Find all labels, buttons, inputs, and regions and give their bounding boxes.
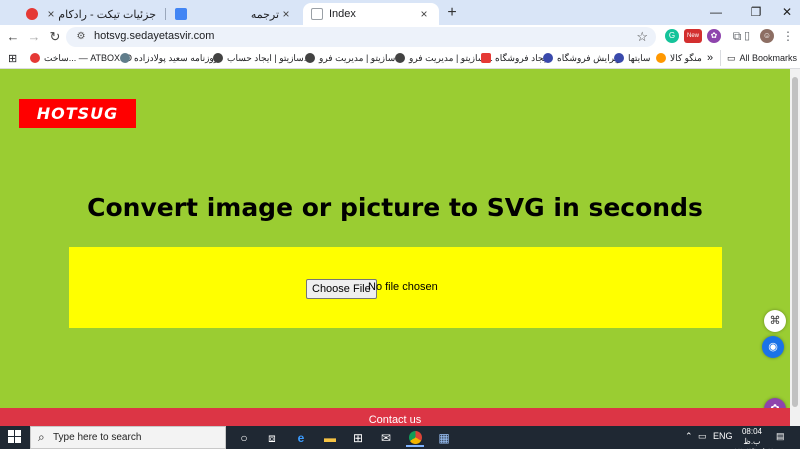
windows-taskbar: ⌕ Type here to search ○ ⧈ e ▬ ⊞ ✉ ▦ ⌃ ▭ …	[0, 426, 800, 456]
close-tab-icon[interactable]: ×	[44, 7, 58, 21]
edge-icon[interactable]: e	[292, 429, 310, 447]
taskbar-search[interactable]: ⌕ Type here to search	[30, 426, 226, 449]
upload-panel: Choose File No file chosen	[69, 247, 722, 328]
bookmark-favicon-icon	[305, 53, 315, 63]
bookmark-item[interactable]: منگو کالا	[656, 50, 702, 66]
cortana-icon[interactable]: ○	[235, 429, 253, 447]
site-footer: Contact us	[0, 408, 790, 426]
tab-title: جزئیات تیکت - رادکام	[58, 8, 156, 21]
new-tab-button[interactable]: +	[443, 4, 461, 22]
bookmark-favicon-icon	[614, 53, 624, 63]
grammarly-icon[interactable]: G	[665, 29, 679, 43]
profile-avatar-icon[interactable]: ☺	[760, 29, 774, 43]
minimize-button[interactable]: —	[704, 3, 728, 21]
bookmark-label: روزنامه سعید پولادزاده	[134, 52, 219, 63]
store-icon[interactable]: ⊞	[349, 429, 367, 447]
tab-translate[interactable]: ترجمه ×	[167, 3, 301, 25]
network-icon[interactable]: ▭	[698, 431, 707, 442]
bookmark-item[interactable]: سازیتو | مدیریت فرو...	[395, 50, 493, 66]
search-icon: ⌕	[38, 430, 45, 444]
close-tab-icon[interactable]: ×	[417, 7, 431, 21]
language-indicator[interactable]: ENG	[713, 431, 733, 441]
bookmark-label: منگو کالا	[670, 52, 702, 63]
apps-grid-icon[interactable]: ⊞	[8, 50, 17, 66]
file-status-text: No file chosen	[368, 281, 438, 293]
notifications-icon[interactable]: ▤	[776, 431, 785, 442]
bookmark-label: ساخت... — ATBOX.IO	[44, 52, 133, 63]
tab-title: Index	[329, 8, 356, 20]
bookmark-label: سازیتو | مدیریت فرو...	[319, 52, 403, 63]
bookmark-favicon-icon	[481, 53, 491, 63]
site-info-icon[interactable]: ⚙	[74, 30, 88, 44]
apps-float-icon[interactable]: ⌘	[764, 310, 786, 332]
bookmark-label: ویرایش فروشگاه	[557, 52, 622, 63]
chat-assistant-icon[interactable]: ◉	[762, 336, 784, 358]
tab-index[interactable]: Index ×	[303, 3, 439, 25]
page-headline: Convert image or picture to SVG in secon…	[87, 193, 703, 222]
app-window-icon[interactable]: ▦	[435, 429, 453, 447]
all-bookmarks-label: All Bookmarks	[739, 53, 798, 63]
bookmark-item[interactable]: ایجاد فروشگاه	[481, 50, 549, 66]
tab-radcom-ticket[interactable]: × جزئیات تیکت - رادکام	[18, 3, 164, 25]
address-bar[interactable]: ⚙ hotsvg.sedayetasvir.com ☆	[66, 27, 656, 47]
tab-strip: × جزئیات تیکت - رادکام ترجمه × Index × +…	[0, 0, 800, 25]
bookmark-favicon-icon	[213, 53, 223, 63]
contact-us-link[interactable]: Contact us	[369, 414, 422, 426]
bookmark-favicon-icon	[120, 53, 130, 63]
bookmark-item[interactable]: سازیتو | مدیریت فرو...	[305, 50, 403, 66]
back-button[interactable]: ←	[4, 28, 22, 46]
page-scrollbar[interactable]	[790, 69, 800, 426]
more-menu-icon[interactable]: ⋮	[781, 29, 795, 43]
task-view-icon[interactable]: ⧈	[263, 429, 281, 447]
close-window-button[interactable]: ✕	[775, 3, 799, 21]
brain-icon[interactable]: ✿	[707, 29, 721, 43]
bookmarks-bar: ⊞ ساخت... — ATBOX.IO روزنامه سعید پولادز…	[0, 48, 800, 69]
bookmark-item[interactable]: ویرایش فروشگاه	[543, 50, 621, 66]
bookmark-star-icon[interactable]: ☆	[636, 29, 648, 45]
bookmark-favicon-icon	[656, 53, 666, 63]
bookmark-item[interactable]: سایتها	[614, 50, 650, 66]
all-bookmarks-button[interactable]: ▭ All Bookmarks	[720, 50, 797, 66]
bookmark-item[interactable]: سازیتو | ایجاد حساب...	[213, 50, 311, 66]
maximize-button[interactable]: ❐	[744, 3, 768, 21]
bookmark-favicon-icon	[543, 53, 553, 63]
scrollbar-thumb[interactable]	[792, 77, 798, 407]
bookmark-label: ایجاد فروشگاه	[495, 52, 549, 63]
close-tab-icon[interactable]: ×	[279, 7, 293, 21]
bookmark-favicon-icon	[30, 53, 40, 63]
taskbar-clock[interactable]: 08:04 ب.ظ ۱۴۰۳/۱۰/۰۷	[734, 427, 773, 457]
windows-start-icon[interactable]	[8, 430, 22, 444]
new-badge-icon[interactable]: New	[684, 29, 702, 43]
choose-file-button[interactable]: Choose File	[306, 279, 377, 299]
bookmark-item[interactable]: روزنامه سعید پولادزاده	[120, 50, 218, 66]
site-logo[interactable]: HOTSUG	[19, 99, 136, 128]
mail-icon[interactable]: ✉	[377, 429, 395, 447]
folder-icon: ▭	[727, 52, 736, 63]
tab-favicon-icon	[26, 8, 38, 20]
google-translate-icon	[175, 8, 187, 20]
sidebar-icon[interactable]: ▯	[740, 29, 754, 43]
bookmark-item[interactable]: ساخت... — ATBOX.IO	[30, 50, 132, 66]
page-content: HOTSUG Convert image or picture to SVG i…	[0, 69, 790, 426]
tray-chevron-icon[interactable]: ⌃	[685, 431, 693, 442]
taskbar-search-placeholder: Type here to search	[53, 432, 142, 443]
bookmark-label: سازیتو | ایجاد حساب...	[227, 52, 311, 63]
bookmarks-overflow-button[interactable]: »	[707, 50, 713, 66]
tab-title: ترجمه	[250, 8, 279, 21]
clock-time: 08:04 ب.ظ	[741, 427, 763, 446]
tab-divider	[165, 8, 166, 20]
chrome-icon[interactable]	[406, 429, 424, 447]
reload-button[interactable]: ↻	[46, 28, 64, 46]
browser-toolbar: ← → ↻ ⚙ hotsvg.sedayetasvir.com ☆ G New …	[0, 25, 800, 48]
file-explorer-icon[interactable]: ▬	[321, 429, 339, 447]
page-favicon-icon	[311, 8, 323, 20]
bookmark-favicon-icon	[395, 53, 405, 63]
forward-button[interactable]: →	[25, 28, 43, 46]
url-text[interactable]: hotsvg.sedayetasvir.com	[94, 30, 214, 42]
bookmark-label: سایتها	[628, 52, 651, 63]
